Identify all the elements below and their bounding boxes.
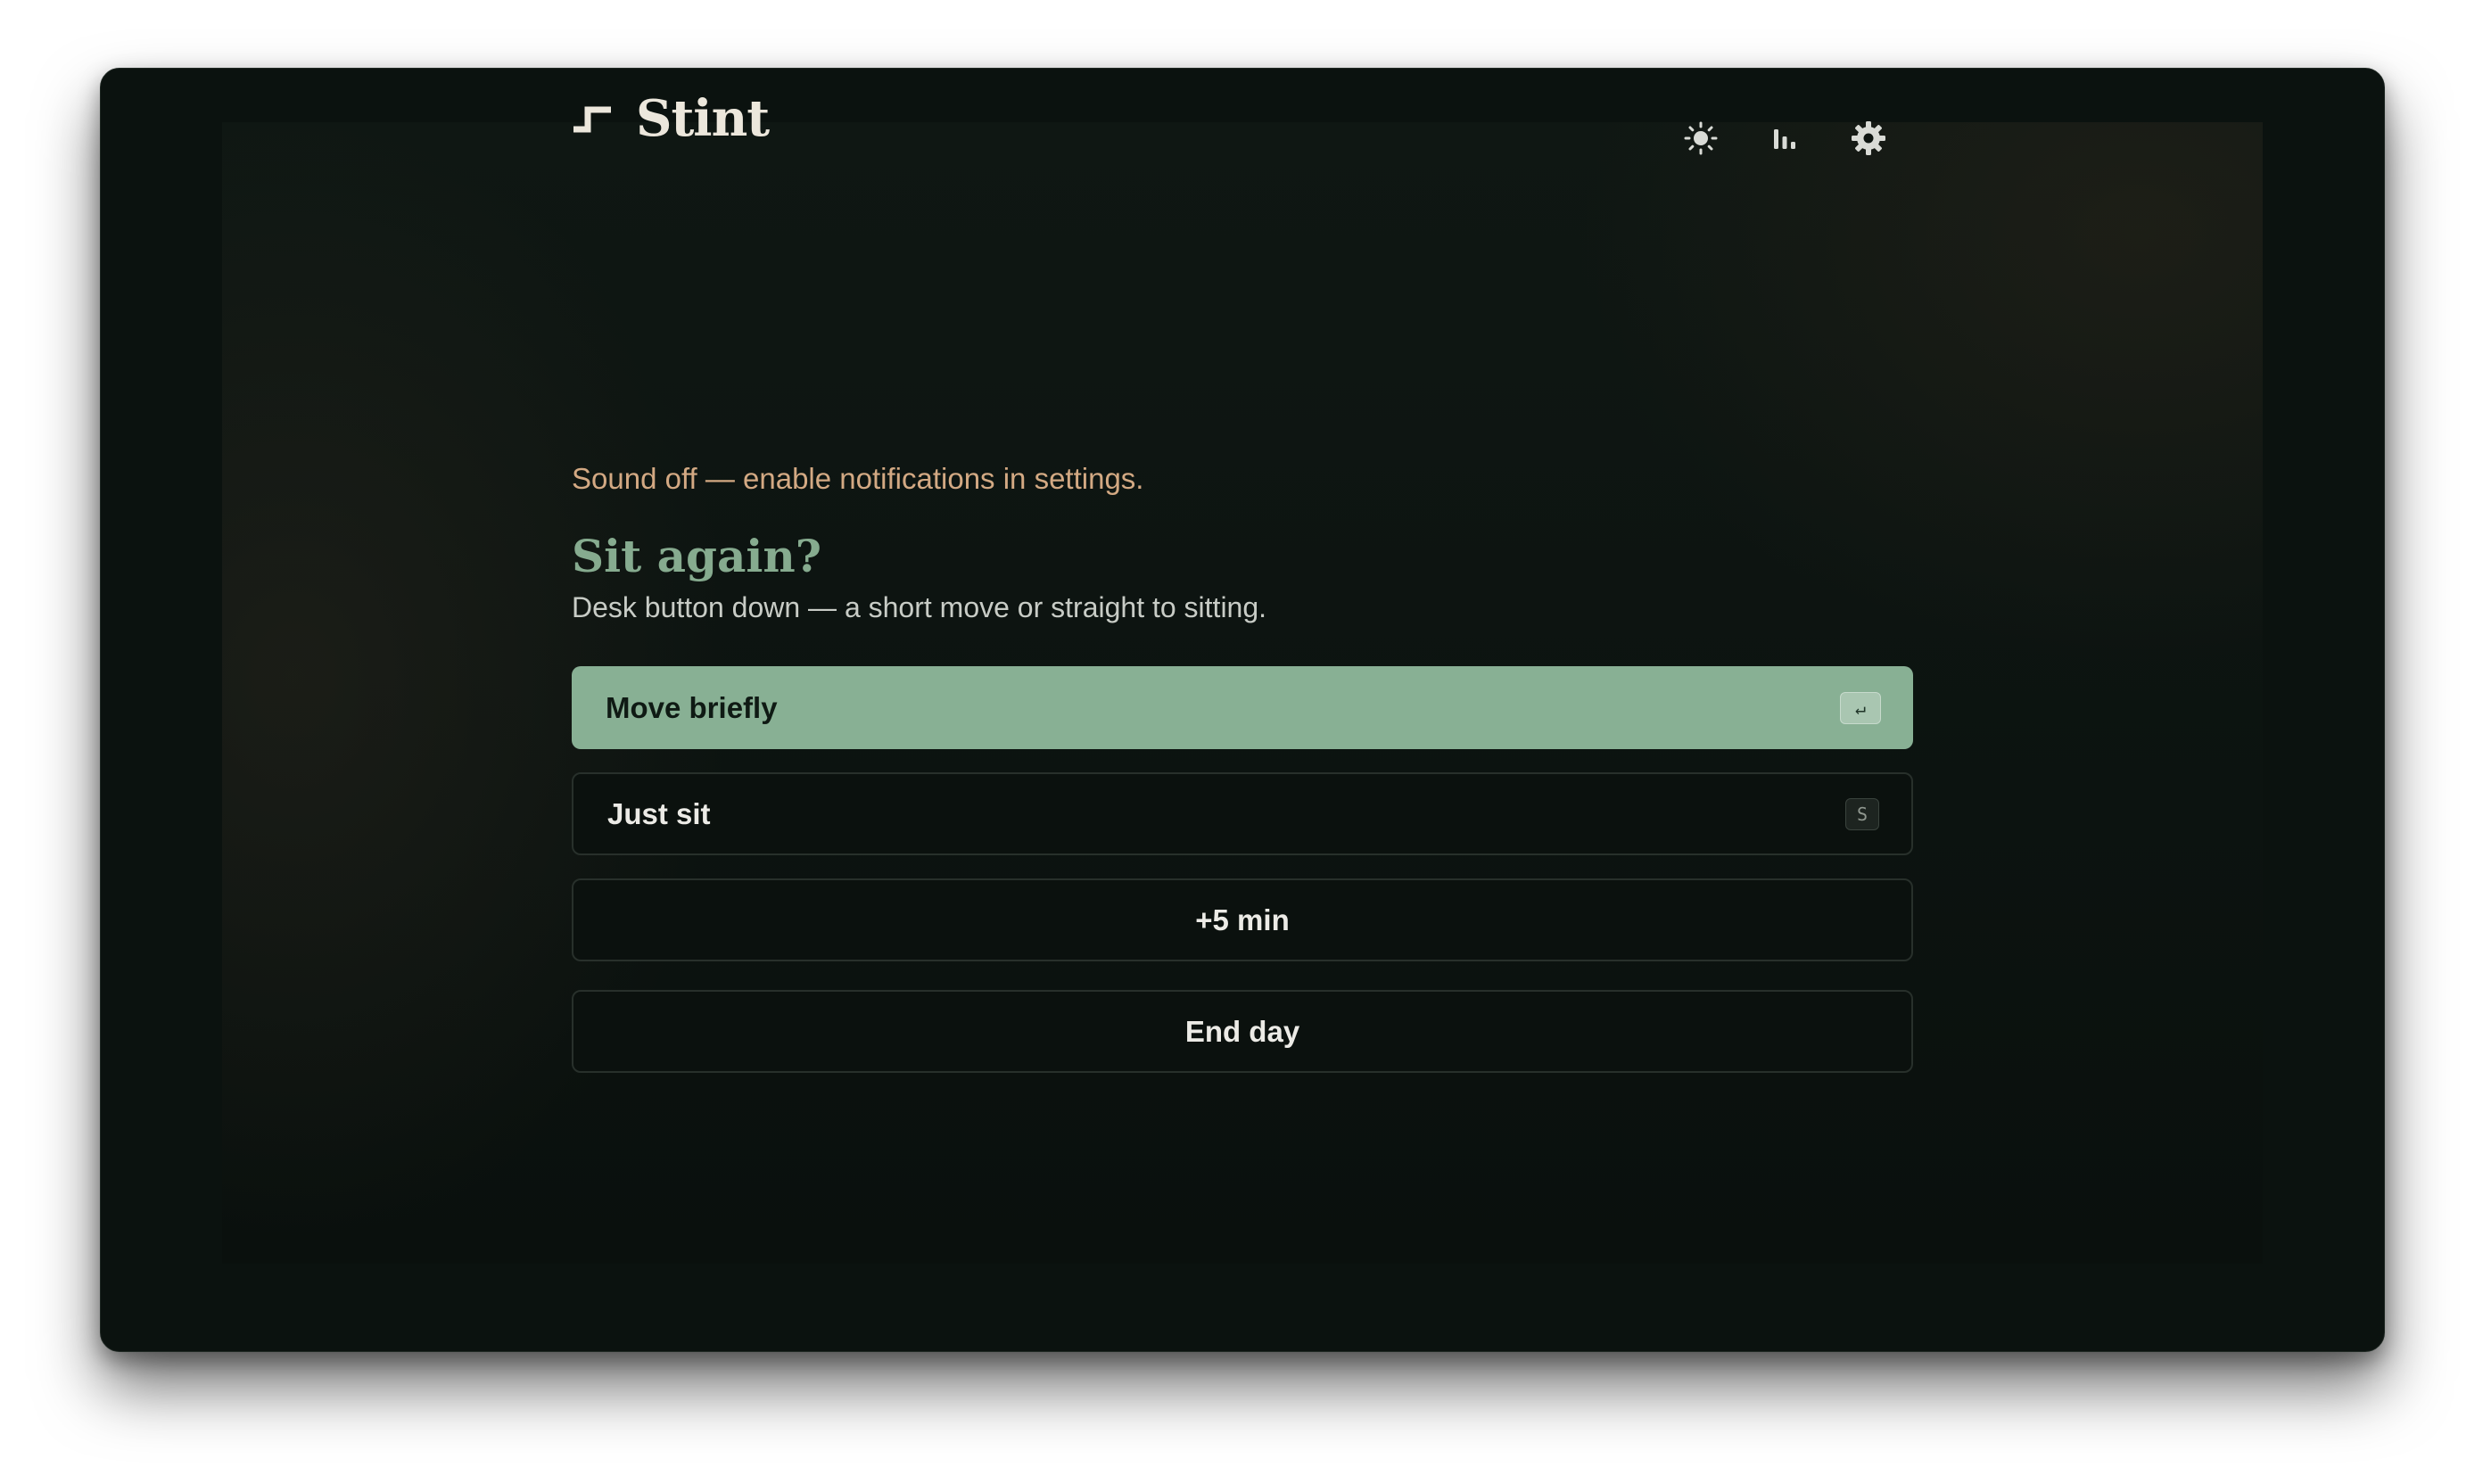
gear-icon <box>1850 120 1887 161</box>
app-title: Stint <box>636 89 770 148</box>
bar-chart-icon <box>1767 120 1802 161</box>
main-content: Stint Sound off — enable notifications i… <box>572 69 1913 1351</box>
move-briefly-label: Move briefly <box>606 690 778 724</box>
snooze-five-min-button[interactable]: +5 min <box>572 878 1913 961</box>
brand: Stint <box>572 89 770 148</box>
prompt-title: Sit again? <box>572 530 822 582</box>
app-window: Stint Sound off — enable notifications i… <box>100 68 2385 1352</box>
just-sit-label: Just sit <box>607 796 711 830</box>
settings-button[interactable] <box>1844 115 1893 165</box>
prompt-subtitle: Desk button down — a short move or strai… <box>572 591 1267 623</box>
end-day-button[interactable]: End day <box>572 990 1913 1073</box>
notification-warning: Sound off — enable notifications in sett… <box>572 462 1144 495</box>
just-sit-button[interactable]: Just sit S <box>572 772 1913 855</box>
stats-button[interactable] <box>1760 115 1810 165</box>
move-briefly-button[interactable]: Move briefly ↵ <box>572 666 1913 749</box>
step-logo-icon <box>572 103 613 135</box>
enter-key-hint: ↵ <box>1840 691 1881 724</box>
sun-icon <box>1683 120 1719 161</box>
snooze-label: +5 min <box>1195 903 1290 936</box>
theme-toggle-button[interactable] <box>1676 115 1726 165</box>
s-key-hint: S <box>1845 797 1879 830</box>
toolbar <box>1676 115 1913 165</box>
end-day-label: End day <box>1184 1014 1300 1048</box>
